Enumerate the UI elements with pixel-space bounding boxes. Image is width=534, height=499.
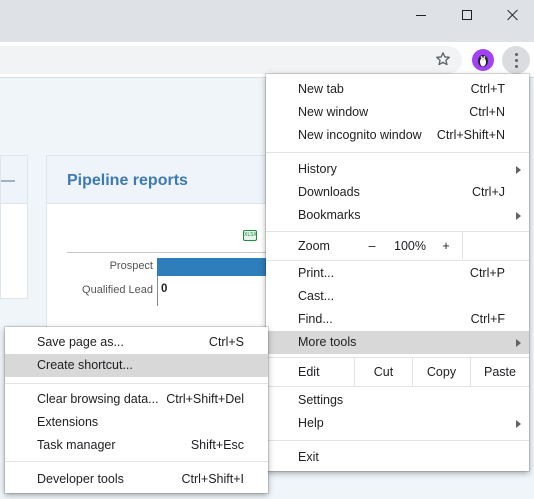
- menu-item-clear-browsing-data[interactable]: Clear browsing data... Ctrl+Shift+Del: [5, 388, 268, 411]
- menu-item-label: Help: [298, 416, 324, 430]
- menu-item-new-window[interactable]: New window Ctrl+N: [266, 101, 529, 124]
- more-tools-submenu: Save page as... Ctrl+S Create shortcut...…: [5, 327, 268, 493]
- kebab-dot-icon: [514, 58, 518, 62]
- menu-item-shortcut: Ctrl+T: [470, 82, 505, 96]
- menu-item-print[interactable]: Print... Ctrl+P: [266, 262, 529, 285]
- menu-item-new-tab[interactable]: New tab Ctrl+T: [266, 78, 529, 101]
- menu-item-shortcut: Ctrl+F: [470, 312, 505, 326]
- menu-item-label: Zoom: [298, 239, 330, 253]
- menu-item-label: Task manager: [37, 438, 116, 452]
- menu-item-more-tools[interactable]: More tools: [266, 331, 529, 354]
- menu-item-shortcut: Ctrl+N: [469, 105, 505, 119]
- menu-item-label: Edit: [298, 365, 320, 379]
- menu-separator: [266, 440, 529, 441]
- menu-item-shortcut: Shift+Esc: [190, 438, 244, 452]
- penguin-avatar-icon: [478, 55, 488, 67]
- star-icon: [436, 52, 450, 66]
- pipeline-card-header: Pipeline reports: [47, 156, 275, 204]
- fullscreen-button[interactable]: [462, 232, 529, 260]
- submenu-arrow-icon: [516, 166, 521, 174]
- menu-item-label: Settings: [298, 393, 344, 407]
- menu-item-new-incognito[interactable]: New incognito window Ctrl+Shift+N: [266, 124, 529, 147]
- menu-separator: [266, 260, 529, 261]
- bookmark-star-button[interactable]: [432, 48, 454, 70]
- menu-item-label: More tools: [298, 335, 357, 349]
- menu-item-extensions[interactable]: Extensions: [5, 411, 268, 434]
- chrome-menu-button[interactable]: [502, 46, 530, 74]
- minimize-button[interactable]: [398, 0, 444, 30]
- menu-separator: [266, 386, 529, 387]
- menu-item-shortcut: Ctrl+Shift+I: [181, 472, 244, 486]
- menu-separator: [5, 461, 268, 462]
- chart-category-label: Qualified Lead: [82, 284, 153, 296]
- menu-item-label: Developer tools: [37, 472, 124, 486]
- menu-item-label: Clear browsing data...: [37, 392, 159, 406]
- maximize-icon: [462, 10, 472, 20]
- menu-item-label: Save page as...: [37, 335, 124, 349]
- chart-category-label: Prospect: [109, 260, 153, 272]
- menu-separator: [266, 152, 529, 153]
- kebab-dot-icon: [514, 64, 518, 68]
- zoom-in-button[interactable]: +: [430, 232, 462, 260]
- menu-item-zoom: Zoom – 100% +: [266, 232, 529, 260]
- menu-item-bookmarks[interactable]: Bookmarks: [266, 204, 529, 227]
- chart-divider: [67, 252, 277, 253]
- menu-item-label: Cast...: [298, 289, 335, 303]
- cut-button[interactable]: Cut: [354, 358, 412, 386]
- pipeline-title: Pipeline reports: [67, 172, 188, 189]
- menu-item-history[interactable]: History: [266, 158, 529, 181]
- menu-item-shortcut: Ctrl+S: [208, 335, 244, 349]
- menu-item-label: Extensions: [37, 415, 99, 429]
- menu-item-settings[interactable]: Settings: [266, 389, 529, 412]
- browser-toolbar: [0, 42, 534, 78]
- menu-item-edit: Edit Cut Copy Paste: [266, 358, 529, 386]
- menu-item-task-manager[interactable]: Task manager Shift+Esc: [5, 434, 268, 457]
- menu-item-label: Exit: [298, 450, 319, 464]
- chart-bar-prospect[interactable]: [157, 258, 277, 276]
- excel-export-icon[interactable]: XLSX: [243, 230, 257, 241]
- zoom-level: 100%: [394, 239, 426, 253]
- submenu-arrow-icon: [516, 420, 521, 428]
- menu-item-downloads[interactable]: Downloads Ctrl+J: [266, 181, 529, 204]
- submenu-arrow-icon: [516, 212, 521, 220]
- title-bar: [0, 0, 534, 42]
- menu-item-label: History: [298, 162, 337, 176]
- menu-item-label: Downloads: [298, 185, 360, 199]
- maximize-button[interactable]: [444, 0, 490, 30]
- zoom-out-button[interactable]: –: [356, 232, 388, 260]
- kebab-dot-icon: [514, 52, 518, 56]
- menu-item-exit[interactable]: Exit: [266, 446, 529, 469]
- menu-item-shortcut: Ctrl+Shift+N: [436, 128, 505, 142]
- close-icon: [507, 9, 519, 21]
- left-card-header: [1, 156, 27, 204]
- chart-value-label: 0: [161, 283, 168, 295]
- menu-item-label: Find...: [298, 312, 333, 326]
- copy-button[interactable]: Copy: [412, 358, 470, 386]
- menu-item-shortcut: Ctrl+Shift+Del: [166, 392, 244, 406]
- menu-item-label: Print...: [298, 266, 335, 280]
- menu-item-help[interactable]: Help: [266, 412, 529, 435]
- menu-item-shortcut: Ctrl+P: [469, 266, 505, 280]
- minimize-icon: [416, 14, 426, 16]
- chrome-main-menu: New tab Ctrl+T New window Ctrl+N New incog…: [266, 74, 529, 471]
- left-card: [0, 155, 28, 299]
- menu-item-label: New incognito window: [298, 128, 422, 142]
- menu-item-label: New window: [298, 105, 369, 119]
- menu-item-label: Bookmarks: [298, 208, 361, 222]
- menu-item-save-page[interactable]: Save page as... Ctrl+S: [5, 331, 268, 354]
- menu-item-label: New tab: [298, 82, 344, 96]
- submenu-arrow-icon: [516, 339, 521, 347]
- profile-avatar[interactable]: [472, 49, 494, 71]
- paste-button[interactable]: Paste: [470, 358, 529, 386]
- address-bar[interactable]: [0, 46, 462, 74]
- menu-separator: [5, 383, 268, 384]
- menu-item-developer-tools[interactable]: Developer tools Ctrl+Shift+I: [5, 468, 268, 491]
- left-card-title-bar: [1, 180, 15, 182]
- menu-item-label: Create shortcut...: [37, 358, 133, 372]
- close-button[interactable]: [490, 0, 534, 30]
- menu-item-create-shortcut[interactable]: Create shortcut...: [5, 354, 268, 377]
- menu-item-cast[interactable]: Cast...: [266, 285, 529, 308]
- menu-item-find[interactable]: Find... Ctrl+F: [266, 308, 529, 331]
- menu-item-shortcut: Ctrl+J: [472, 185, 505, 199]
